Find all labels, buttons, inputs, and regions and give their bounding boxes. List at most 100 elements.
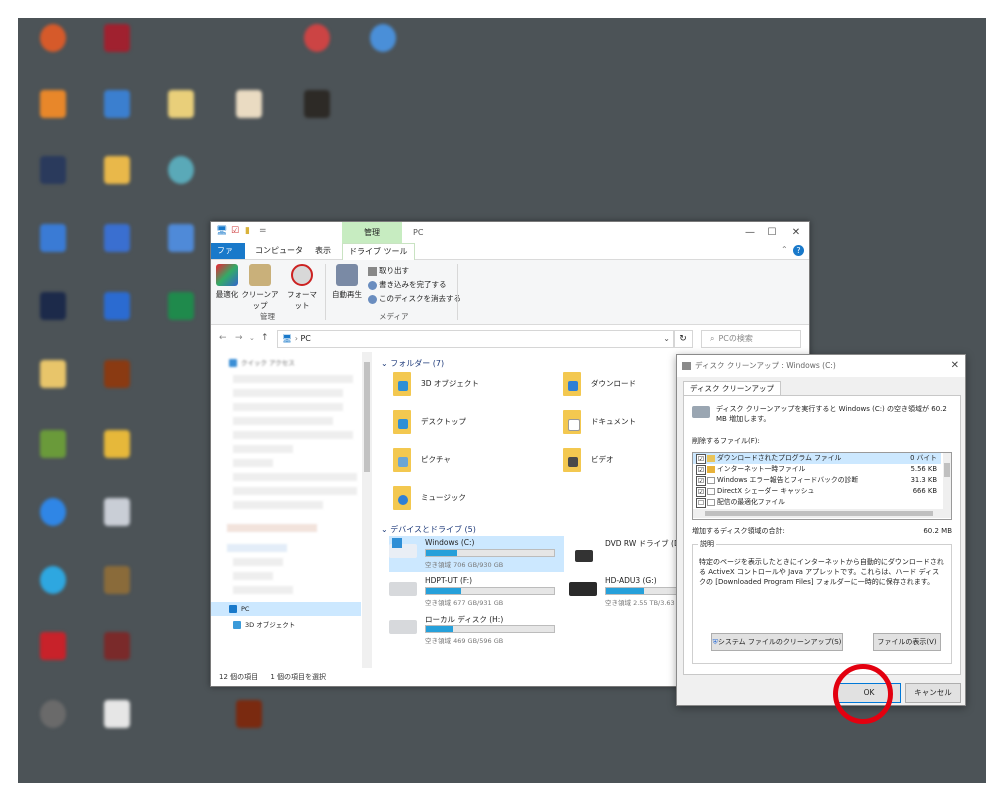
desktop-icon[interactable]: [288, 88, 348, 146]
forward-button[interactable]: →: [235, 333, 243, 343]
list-item[interactable]: ☑ DirectX シェーダー キャッシュ 666 KB: [693, 486, 941, 497]
finish-burning-button[interactable]: 書き込みを完了する: [368, 279, 447, 290]
desktop-icon[interactable]: [88, 22, 148, 80]
list-item[interactable]: ☑ ダウンロードされたプログラム ファイル 0 バイト: [693, 453, 941, 464]
back-button[interactable]: ←: [219, 333, 227, 343]
nav-item[interactable]: [233, 558, 283, 566]
help-icon[interactable]: ?: [793, 245, 804, 256]
desktop-icon[interactable]: [24, 428, 84, 486]
desktop-icon[interactable]: [88, 496, 148, 554]
tab-disk-cleanup[interactable]: ディスク クリーンアップ: [683, 381, 781, 396]
desktop-icon[interactable]: [24, 88, 84, 146]
eject-button[interactable]: 取り出す: [368, 265, 409, 276]
nav-3d-objects[interactable]: 3D オブジェクト: [233, 618, 295, 632]
autoplay-button[interactable]: 自動再生: [331, 264, 363, 300]
nav-item[interactable]: [233, 389, 343, 397]
desktop-icon[interactable]: [24, 564, 84, 622]
cleanup-button[interactable]: クリーンアップ: [241, 264, 279, 311]
cancel-button[interactable]: キャンセル: [905, 683, 961, 703]
nav-item[interactable]: [233, 375, 353, 383]
nav-item[interactable]: [233, 445, 293, 453]
minimize-button[interactable]: —: [739, 222, 761, 243]
tab-drive-tools[interactable]: ドライブ ツール: [342, 243, 415, 260]
desktop-icon[interactable]: [88, 154, 148, 212]
nav-scrollbar[interactable]: [362, 352, 372, 668]
desktop-icon[interactable]: [152, 88, 212, 146]
desktop-icon[interactable]: [88, 564, 148, 622]
desktop-icon[interactable]: [24, 154, 84, 212]
properties-icon[interactable]: ☑: [231, 226, 242, 237]
list-item[interactable]: ☑ Windows エラー報告とフィードバックの診断 31.3 KB: [693, 475, 941, 486]
optimize-button[interactable]: 最適化: [215, 264, 239, 300]
checkbox[interactable]: ☑: [696, 487, 706, 497]
drive-c[interactable]: Windows (C:) 空き領域 706 GB/930 GB: [389, 536, 564, 572]
checkbox[interactable]: ☐: [696, 498, 706, 508]
desktop-icon[interactable]: [220, 88, 280, 146]
desktop-icon[interactable]: [152, 222, 212, 280]
tab-computer[interactable]: コンピュータ: [249, 243, 309, 259]
refresh-button[interactable]: ↻: [673, 330, 693, 348]
desktop-icon[interactable]: [24, 22, 84, 80]
quick-access-dropdown-icon[interactable]: =: [259, 226, 270, 237]
desktop-icon[interactable]: [88, 698, 148, 756]
desktop-icon[interactable]: [24, 222, 84, 280]
list-item[interactable]: ☑ インターネット一時ファイル 5.56 KB: [693, 464, 941, 475]
checkbox[interactable]: ☑: [696, 454, 706, 464]
folder-3d-objects[interactable]: 3D オブジェクト: [393, 370, 543, 400]
nav-item[interactable]: [233, 473, 357, 481]
desktop-icon[interactable]: [288, 22, 348, 80]
list-item[interactable]: ☐ 配信の最適化ファイル: [693, 497, 941, 508]
maximize-button[interactable]: ☐: [761, 222, 783, 243]
scrollbar-thumb[interactable]: [705, 511, 933, 516]
nav-item[interactable]: [233, 431, 353, 439]
files-to-delete-list[interactable]: ☑ ダウンロードされたプログラム ファイル 0 バイト ☑ インターネット一時ファイル…: [692, 452, 952, 520]
drives-section-header[interactable]: ⌄ デバイスとドライブ (5): [381, 524, 476, 535]
close-button[interactable]: ✕: [785, 222, 807, 243]
desktop-icon[interactable]: [88, 290, 148, 348]
nav-quick-access[interactable]: クイック アクセス: [229, 356, 295, 370]
nav-item[interactable]: [233, 487, 357, 495]
format-button[interactable]: フォーマット: [285, 264, 319, 311]
list-horizontal-scrollbar[interactable]: [693, 509, 951, 518]
view-files-button[interactable]: ファイルの表示(V): [873, 633, 941, 651]
desktop-icon[interactable]: [88, 630, 148, 688]
tab-view[interactable]: 表示: [309, 243, 337, 259]
desktop-icon[interactable]: [220, 698, 280, 756]
folder-pictures[interactable]: ピクチャ: [393, 446, 543, 476]
search-input[interactable]: ⌕ PCの検索: [701, 330, 801, 348]
nav-item[interactable]: [227, 524, 317, 532]
drive-h[interactable]: ローカル ディスク (H:) 空き領域 469 GB/596 GB: [389, 612, 564, 648]
nav-item[interactable]: [233, 586, 293, 594]
desktop-icon[interactable]: [24, 630, 84, 688]
collapse-ribbon-icon[interactable]: ⌃: [781, 245, 788, 254]
erase-disc-button[interactable]: このディスクを消去する: [368, 293, 461, 304]
address-dropdown-icon[interactable]: ⌄: [663, 331, 670, 347]
checkbox[interactable]: ☑: [696, 465, 706, 475]
desktop-icon[interactable]: [88, 222, 148, 280]
folder-desktop[interactable]: デスクトップ: [393, 408, 543, 438]
nav-item[interactable]: [227, 544, 287, 552]
checkbox[interactable]: ☑: [696, 476, 706, 486]
desktop-icon[interactable]: [88, 428, 148, 486]
desktop-icon[interactable]: [24, 358, 84, 416]
address-bar[interactable]: 🖥 › PC ⌄: [277, 330, 675, 348]
nav-item[interactable]: [233, 403, 343, 411]
scrollbar-thumb[interactable]: [364, 362, 370, 472]
list-scrollbar[interactable]: [943, 453, 951, 509]
desktop-icon[interactable]: [88, 358, 148, 416]
nav-pc[interactable]: PC: [211, 602, 361, 616]
desktop-icon[interactable]: [88, 88, 148, 146]
up-button[interactable]: ↑: [261, 333, 269, 343]
desktop-icon[interactable]: [152, 154, 212, 212]
desktop-icon[interactable]: [24, 290, 84, 348]
scrollbar-thumb[interactable]: [944, 463, 950, 477]
nav-item[interactable]: [233, 417, 333, 425]
breadcrumb-pc[interactable]: PC: [300, 334, 310, 343]
nav-item[interactable]: [233, 459, 273, 467]
new-folder-icon[interactable]: ▮: [245, 226, 256, 237]
desktop-icon[interactable]: [24, 496, 84, 554]
desktop-icon[interactable]: [152, 290, 212, 348]
tab-file[interactable]: ファイル: [211, 243, 245, 271]
drive-f[interactable]: HDPT-UT (F:) 空き領域 677 GB/931 GB: [389, 574, 564, 610]
cleanup-system-files-button[interactable]: ⛨システム ファイルのクリーンアップ(S): [711, 633, 843, 651]
